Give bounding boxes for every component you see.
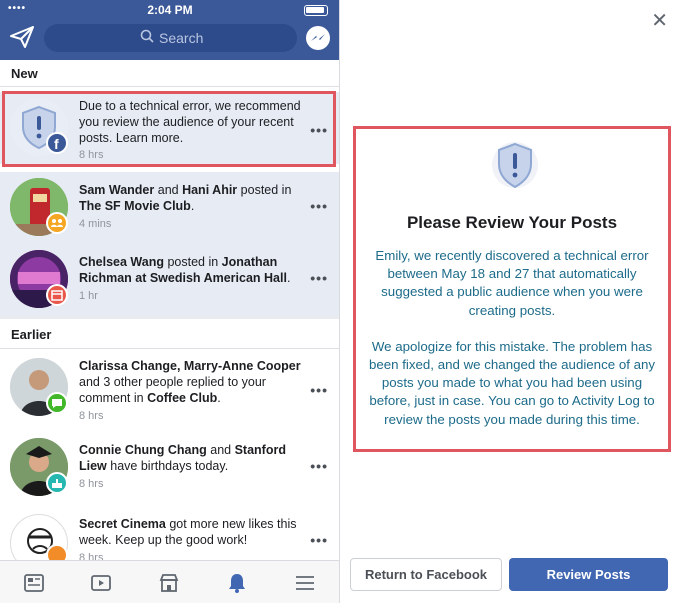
divider bbox=[0, 316, 339, 319]
search-placeholder: Search bbox=[159, 30, 204, 46]
comment-badge-icon bbox=[46, 392, 68, 414]
notification-text-bold: The SF Movie Club bbox=[79, 199, 191, 213]
notification-page-likes[interactable]: Secret Cinema got more new likes this we… bbox=[0, 508, 339, 572]
notification-text-run: . bbox=[190, 199, 195, 213]
dialog-paragraph-2: We apologize for this mistake. The probl… bbox=[368, 338, 656, 427]
more-options-icon[interactable]: ••• bbox=[310, 198, 328, 214]
notification-text: Chelsea Wang posted in Jonathan Richman … bbox=[79, 254, 309, 286]
marketplace-icon[interactable] bbox=[157, 571, 181, 595]
calendar-badge-icon bbox=[46, 284, 68, 306]
dialog-body: Emily, we recently discovered a technica… bbox=[362, 247, 662, 447]
review-posts-dialog: ✕ Please Review Your Posts Emily, we rec… bbox=[341, 0, 680, 603]
notification-text-bold: Chelsea Wang bbox=[79, 255, 164, 269]
divider bbox=[0, 348, 339, 349]
notification-text-bold: Secret Cinema bbox=[79, 517, 166, 531]
notification-replies[interactable]: Clarissa Change, Marry-Anne Cooper and 3… bbox=[0, 352, 339, 424]
notification-text: Connie Chung Chang and Stanford Liew hav… bbox=[79, 442, 309, 474]
notification-time: 8 hrs bbox=[79, 478, 104, 490]
notifications-screen: •••• 2:04 PM Search New f Due to a techn… bbox=[0, 0, 340, 603]
notification-time: 4 mins bbox=[79, 218, 112, 230]
notification-text-run: . bbox=[286, 271, 291, 285]
close-icon[interactable]: ✕ bbox=[651, 8, 668, 33]
notification-text-bold: Coffee Club bbox=[147, 391, 218, 405]
notification-text-run: and bbox=[206, 443, 235, 457]
notification-text-bold: Connie Chung Chang bbox=[79, 443, 207, 457]
notifications-bell-icon[interactable] bbox=[225, 571, 249, 595]
notification-text-run: posted in bbox=[237, 183, 292, 197]
notification-text-run: . bbox=[217, 391, 221, 405]
dialog-title: Please Review Your Posts bbox=[406, 213, 618, 232]
send-icon[interactable] bbox=[10, 26, 34, 53]
return-to-facebook-button[interactable]: Return to Facebook bbox=[350, 558, 502, 591]
review-posts-button[interactable]: Review Posts bbox=[509, 558, 668, 591]
page: •••• 2:04 PM Search New f Due to a techn… bbox=[0, 0, 680, 603]
highlight-box bbox=[2, 91, 336, 167]
more-options-icon[interactable]: ••• bbox=[310, 270, 328, 286]
review-message-box: Please Review Your Posts Emily, we recen… bbox=[353, 126, 671, 452]
more-options-icon[interactable]: ••• bbox=[310, 382, 328, 398]
notification-text-bold: Hani Ahir bbox=[182, 183, 238, 197]
notification-time: 1 hr bbox=[79, 290, 98, 302]
divider bbox=[0, 86, 339, 87]
menu-icon[interactable] bbox=[293, 571, 317, 595]
bottom-tab-bar bbox=[0, 560, 339, 603]
notification-text-bold: Clarissa Change, Marry-Anne Cooper bbox=[79, 359, 301, 373]
more-options-icon[interactable]: ••• bbox=[310, 458, 328, 474]
notification-text: Sam Wander and Hani Ahir posted in The S… bbox=[79, 182, 309, 214]
messenger-icon[interactable] bbox=[306, 26, 330, 50]
battery-icon bbox=[304, 5, 328, 16]
search-icon bbox=[140, 29, 154, 46]
notification-movie-club[interactable]: Sam Wander and Hani Ahir posted in The S… bbox=[0, 172, 339, 244]
notification-text-run: have birthdays today. bbox=[106, 459, 229, 473]
search-input[interactable]: Search bbox=[44, 24, 297, 52]
notification-event[interactable]: Chelsea Wang posted in Jonathan Richman … bbox=[0, 244, 339, 316]
status-time: 2:04 PM bbox=[147, 3, 193, 17]
status-bar: •••• 2:04 PM bbox=[0, 2, 339, 18]
dialog-paragraph-1: Emily, we recently discovered a technica… bbox=[375, 248, 649, 318]
notification-text: Secret Cinema got more new likes this we… bbox=[79, 516, 309, 548]
notification-text-bold: Sam Wander bbox=[79, 183, 155, 197]
news-feed-icon[interactable] bbox=[22, 571, 46, 595]
more-options-icon[interactable]: ••• bbox=[310, 532, 328, 548]
notification-birthdays[interactable]: Connie Chung Chang and Stanford Liew hav… bbox=[0, 432, 339, 504]
notification-text-run: posted in bbox=[163, 255, 222, 269]
birthday-badge-icon bbox=[46, 472, 68, 494]
notification-time: 8 hrs bbox=[79, 410, 104, 422]
shield-alert-icon bbox=[492, 139, 538, 196]
top-nav-bar: •••• 2:04 PM Search bbox=[0, 0, 339, 60]
notification-text-run: and bbox=[154, 183, 183, 197]
section-earlier-label: Earlier bbox=[11, 327, 52, 342]
group-badge-icon bbox=[46, 212, 68, 234]
video-icon[interactable] bbox=[89, 571, 113, 595]
section-new-label: New bbox=[11, 66, 38, 81]
notification-text: Clarissa Change, Marry-Anne Cooper and 3… bbox=[79, 358, 309, 406]
